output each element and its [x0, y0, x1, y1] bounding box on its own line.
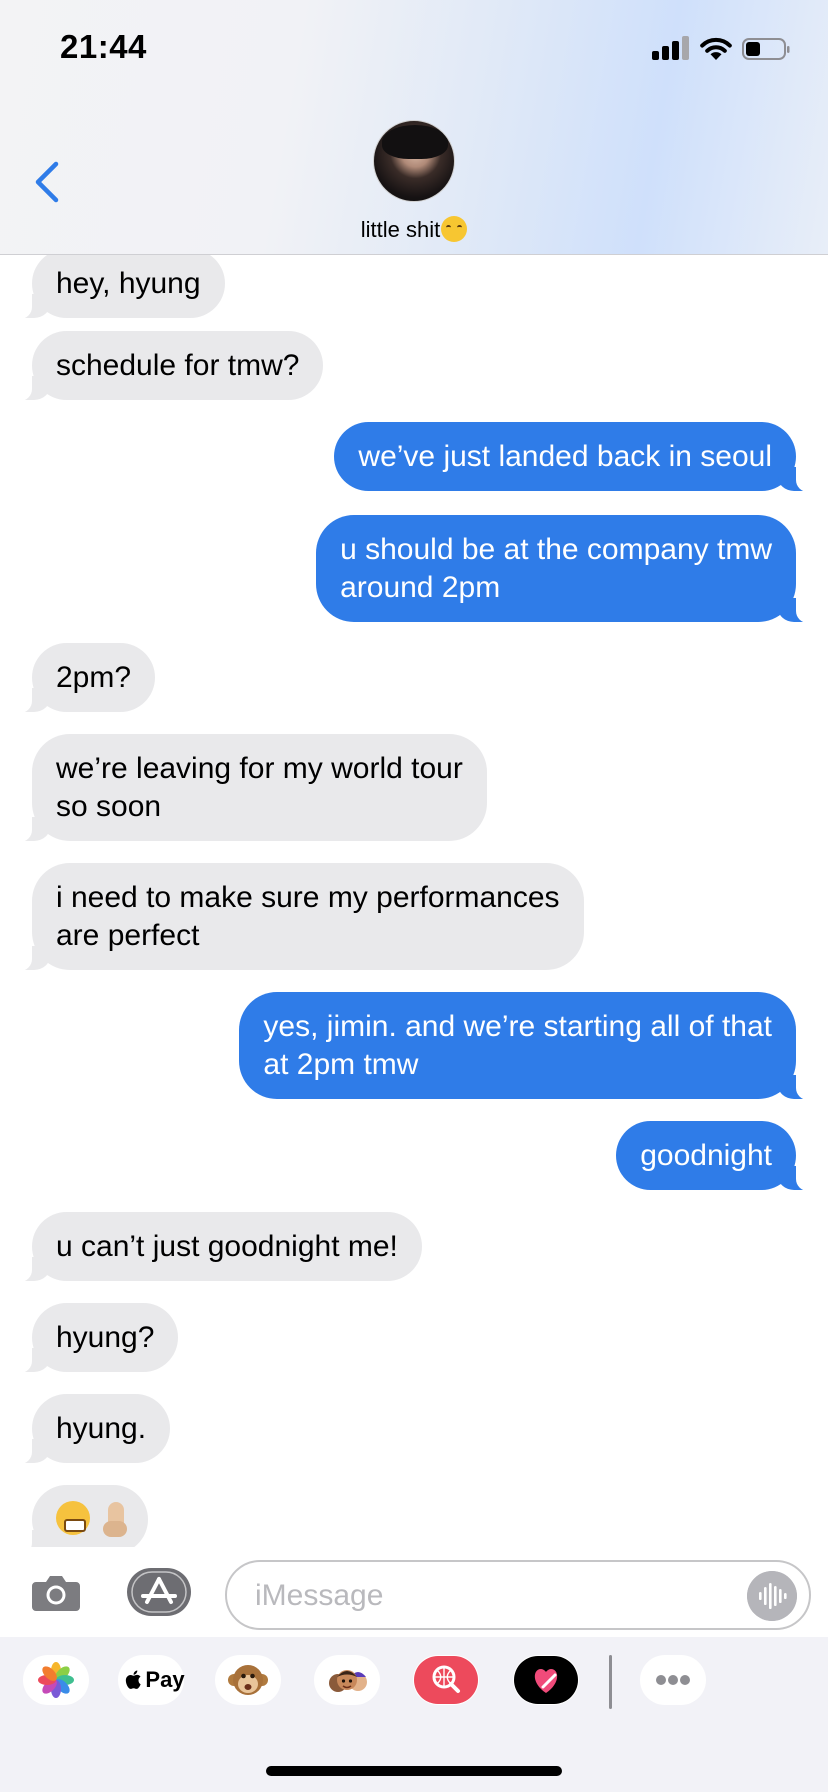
apple-pay-label: Pay	[145, 1667, 185, 1692]
imessage-input[interactable]	[255, 1576, 715, 1616]
message-text: hey, hyung	[56, 267, 201, 300]
message-text: schedule for tmw?	[56, 349, 300, 382]
animoji-monkey-icon	[228, 1665, 268, 1695]
incoming-message-bubble[interactable]: we’re leaving for my world tour so soon	[18, 734, 487, 842]
message-text: goodnight	[640, 1139, 772, 1172]
home-indicator[interactable]	[266, 1766, 562, 1776]
more-apps-button[interactable]	[640, 1655, 706, 1705]
message-text-line: yes, jimin. and we’re starting all of th…	[263, 1010, 772, 1043]
message-text: hyung?	[56, 1321, 155, 1354]
outgoing-message-bubble[interactable]: we’ve just landed back in seoul	[334, 422, 810, 492]
animoji-app-button[interactable]	[215, 1655, 281, 1705]
message-text-line: at 2pm tmw	[263, 1048, 419, 1081]
incoming-message-bubble[interactable]: i need to make sure my performances are …	[18, 863, 584, 971]
app-store-icon[interactable]	[126, 1567, 192, 1617]
message-text: hyung.	[56, 1412, 147, 1445]
incoming-message-bubble[interactable]: hey, hyung	[18, 255, 225, 319]
memoji-icon	[329, 1670, 367, 1692]
message-text: 2pm?	[56, 661, 132, 694]
message-text-line: we’re leaving for my world tour	[56, 752, 463, 785]
camera-icon[interactable]	[31, 1574, 81, 1612]
conversation-header: 21:44 little shit	[0, 0, 828, 255]
message-text-line: so soon	[56, 790, 162, 823]
outgoing-message-bubble[interactable]: u should be at the company tmw around 2p…	[316, 515, 810, 623]
face-with-steam-from-nose-icon	[56, 1501, 90, 1535]
audio-waveform-icon[interactable]	[747, 1571, 797, 1621]
message-text: we’ve just landed back in seoul	[358, 440, 772, 473]
incoming-message-bubble[interactable]	[18, 1485, 148, 1547]
image-search-app-button[interactable]	[413, 1655, 479, 1705]
wifi-icon	[700, 37, 732, 60]
digital-touch-heart-icon	[514, 1656, 578, 1704]
more-apps-icon	[656, 1675, 690, 1685]
drawer-separator	[609, 1655, 612, 1709]
contact-name-label: little shit	[360, 217, 441, 242]
outgoing-message-bubble[interactable]: goodnight	[616, 1121, 810, 1191]
outgoing-message-bubble[interactable]: yes, jimin. and we’re starting all of th…	[239, 992, 810, 1100]
status-time: 21:44	[60, 28, 147, 65]
cellular-signal-icon	[652, 36, 690, 60]
message-text-line: u should be at the company tmw	[340, 533, 772, 566]
contact-name-button[interactable]: little shit	[0, 216, 828, 243]
contact-avatar[interactable]	[373, 120, 455, 202]
message-thread[interactable]: hey, hyung schedule for tmw? we’ve just …	[0, 255, 828, 1547]
incoming-message-bubble[interactable]: 2pm?	[17, 643, 156, 713]
digital-touch-app-button[interactable]	[513, 1655, 579, 1705]
incoming-message-bubble[interactable]: hyung?	[17, 1303, 179, 1373]
photos-icon	[38, 1662, 74, 1698]
memoji-app-button[interactable]	[314, 1655, 380, 1705]
apple-pay-button[interactable]: Pay	[118, 1655, 185, 1705]
incoming-message-bubble[interactable]: hyung.	[17, 1394, 171, 1464]
incoming-message-bubble[interactable]: u can’t just goodnight me!	[18, 1212, 422, 1282]
smiling-face-icon	[441, 216, 468, 242]
imessage-app-drawer: Pay	[0, 1637, 828, 1792]
back-chevron-icon[interactable]	[30, 160, 64, 204]
message-input-field[interactable]	[225, 1560, 811, 1630]
message-text: u can’t just goodnight me!	[56, 1230, 398, 1263]
image-search-icon	[414, 1656, 478, 1704]
message-text-line: are perfect	[56, 919, 200, 952]
message-text-line: i need to make sure my performances	[56, 881, 560, 914]
middle-finger-icon	[103, 1502, 127, 1537]
message-text-line: around 2pm	[340, 571, 501, 604]
battery-icon	[742, 38, 790, 60]
message-input-bar	[0, 1547, 828, 1637]
incoming-message-bubble[interactable]: schedule for tmw?	[17, 331, 324, 401]
photos-app-button[interactable]	[23, 1655, 89, 1705]
